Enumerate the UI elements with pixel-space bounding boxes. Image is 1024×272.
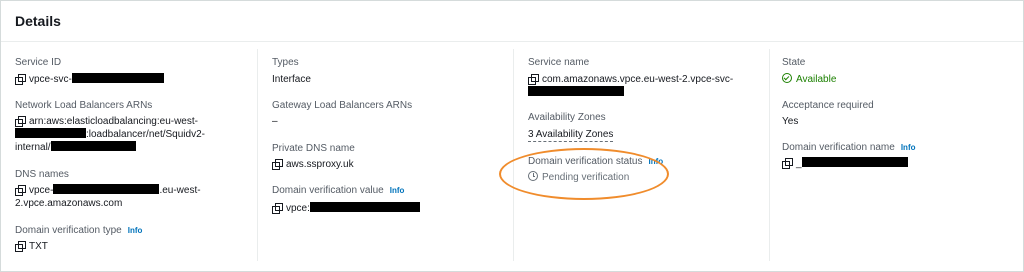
redacted-block bbox=[53, 184, 160, 194]
pdns-value: aws.ssproxy.uk bbox=[286, 159, 354, 170]
copy-icon[interactable] bbox=[528, 74, 539, 85]
details-column-4: State Available Acceptance required Yes … bbox=[769, 49, 1024, 261]
details-column-2: Types Interface Gateway Load Balancers A… bbox=[257, 49, 514, 261]
private-dns-value: aws.ssproxy.uk bbox=[272, 158, 354, 171]
info-link[interactable]: Info bbox=[901, 143, 916, 152]
redacted-block bbox=[801, 157, 908, 167]
dns-mid: .eu-west- bbox=[159, 185, 201, 196]
acceptance-required-value: Yes bbox=[782, 116, 799, 127]
domain-verification-value-label: Domain verification value Info bbox=[272, 185, 404, 196]
service-name-value: com.amazonaws.vpce.eu-west-2.vpce-svc- bbox=[528, 73, 733, 99]
redacted-block bbox=[309, 202, 420, 212]
panel-title: Details bbox=[15, 13, 61, 29]
label-text: Domain verification name bbox=[782, 142, 895, 153]
types-value: Interface bbox=[272, 74, 311, 85]
dns-line2: 2.vpce.amazonaws.com bbox=[15, 198, 123, 209]
service-name-label: Service name bbox=[528, 57, 590, 68]
check-circle-icon bbox=[782, 73, 792, 83]
label-text: Domain verification type bbox=[15, 225, 122, 236]
nlb-line2: :loadbalancer/net/Squidv2- bbox=[86, 129, 205, 140]
az-link[interactable]: 3 Availability Zones bbox=[528, 129, 614, 142]
gwlb-arns-value: – bbox=[272, 116, 278, 127]
service-id-value: vpce-svc- bbox=[15, 73, 164, 86]
copy-icon[interactable] bbox=[782, 158, 793, 169]
gwlb-arns-label: Gateway Load Balancers ARNs bbox=[272, 100, 413, 111]
copy-icon[interactable] bbox=[272, 159, 283, 170]
copy-icon[interactable] bbox=[15, 185, 26, 196]
service-id-prefix: vpce-svc- bbox=[29, 74, 72, 85]
redacted-block bbox=[71, 73, 164, 83]
details-panel: Details Service ID vpce-svc- Network Loa… bbox=[0, 0, 1024, 272]
dns-prefix: vpce- bbox=[29, 185, 54, 196]
types-label: Types bbox=[272, 57, 299, 68]
sname-value: com.amazonaws.vpce.eu-west-2.vpce-svc- bbox=[542, 74, 734, 85]
info-link[interactable]: Info bbox=[128, 226, 143, 235]
redacted-block bbox=[50, 141, 136, 151]
label-text: Domain verification value bbox=[272, 185, 384, 196]
dvv-prefix: vpce: bbox=[286, 203, 310, 214]
availability-zones-label: Availability Zones bbox=[528, 112, 606, 123]
nlb-arns-label: Network Load Balancers ARNs bbox=[15, 100, 153, 111]
dvt-value: TXT bbox=[29, 241, 48, 252]
nlb-arns-value: arn:aws:elasticloadbalancing:eu-west- :l… bbox=[15, 115, 205, 154]
dns-names-label: DNS names bbox=[15, 169, 69, 180]
copy-icon[interactable] bbox=[272, 203, 283, 214]
private-dns-label: Private DNS name bbox=[272, 143, 355, 154]
domain-verification-type-label: Domain verification type Info bbox=[15, 225, 142, 236]
state-value: Available bbox=[782, 73, 836, 86]
state-text: Available bbox=[796, 74, 837, 85]
nlb-line3: internal/ bbox=[15, 142, 51, 153]
nlb-line1: arn:aws:elasticloadbalancing:eu-west- bbox=[29, 116, 198, 127]
domain-verification-name-label: Domain verification name Info bbox=[782, 142, 916, 153]
copy-icon[interactable] bbox=[15, 116, 26, 127]
details-column-1: Service ID vpce-svc- Network Load Balanc… bbox=[1, 49, 257, 261]
availability-zones-value[interactable]: 3 Availability Zones bbox=[528, 128, 614, 142]
copy-icon[interactable] bbox=[15, 241, 26, 252]
state-label: State bbox=[782, 57, 806, 68]
highlight-ellipse bbox=[499, 148, 669, 200]
info-link[interactable]: Info bbox=[390, 186, 405, 195]
domain-verification-type-value: TXT bbox=[15, 240, 48, 253]
domain-verification-value: vpce: bbox=[272, 202, 420, 215]
redacted-block bbox=[528, 86, 624, 96]
service-id-label: Service ID bbox=[15, 57, 62, 68]
domain-verification-name-value: _ bbox=[782, 157, 908, 170]
redacted-block bbox=[15, 128, 86, 138]
copy-icon[interactable] bbox=[15, 74, 26, 85]
acceptance-required-label: Acceptance required bbox=[782, 100, 874, 111]
dns-names-value: vpce- .eu-west- 2.vpce.amazonaws.com bbox=[15, 184, 201, 210]
panel-header: Details bbox=[1, 1, 1023, 42]
